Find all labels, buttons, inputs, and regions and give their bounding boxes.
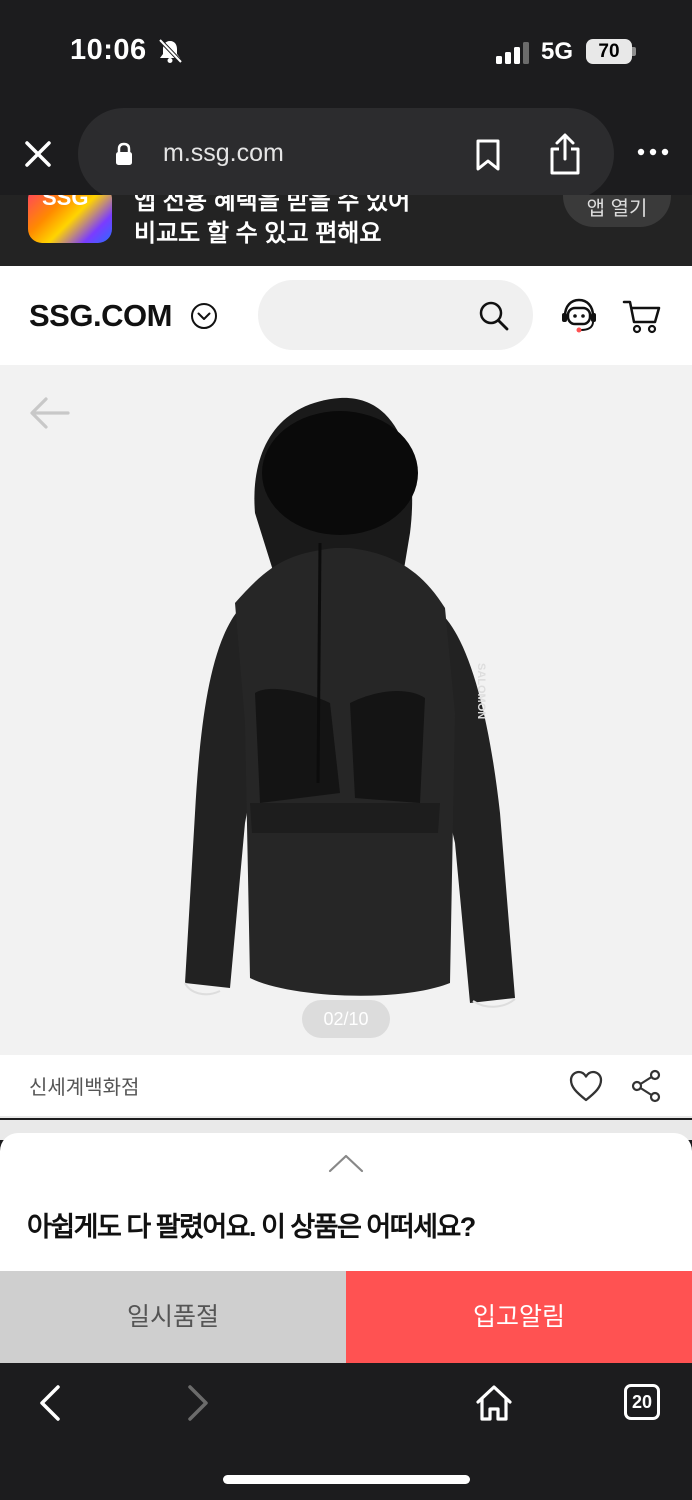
site-header: SSG.COM (0, 266, 692, 365)
sold-out-sheet: 아쉽게도 다 팔렸어요. 이 상품은 어떠세요? (0, 1133, 692, 1273)
url-text: m.ssg.com (163, 139, 284, 167)
chevron-up-icon[interactable] (328, 1153, 364, 1173)
home-icon[interactable] (474, 1383, 514, 1423)
signal-icon (496, 42, 529, 64)
seller-row: 신세계백화점 (0, 1055, 692, 1118)
home-indicator (223, 1475, 470, 1484)
banner-text-line2: 비교도 할 수 있고 편해요 (134, 220, 382, 247)
network-type: 5G (541, 38, 574, 65)
battery-tip (632, 47, 636, 56)
open-app-button[interactable]: 앱 열기 (563, 195, 671, 227)
customer-service-icon[interactable] (559, 296, 599, 336)
restock-notify-button[interactable]: 입고알림 (346, 1271, 692, 1363)
chevron-down-icon[interactable] (190, 302, 218, 330)
app-install-banner[interactable]: SSG 앱 전용 혜택을 받을 수 있어 비교도 할 수 있고 편해요 앱 열기 (0, 195, 692, 266)
bell-slash-icon (158, 38, 183, 64)
url-field[interactable]: m.ssg.com (78, 108, 614, 200)
share-icon[interactable] (630, 1069, 662, 1103)
browser-toolbar: 20 (0, 1363, 692, 1500)
lock-icon (116, 142, 132, 165)
sheet-title: 아쉽게도 다 팔렸어요. 이 상품은 어떠세요? (27, 1212, 476, 1242)
battery-level: 70 (586, 39, 632, 64)
heart-icon[interactable] (568, 1069, 604, 1103)
purchase-action-bar: 일시품절 입고알림 (0, 1271, 692, 1363)
product-image: SALOMON (184, 397, 516, 1008)
ssg-logo[interactable]: SSG.COM (29, 298, 172, 334)
status-time: 10:06 (70, 34, 147, 66)
search-input[interactable] (258, 280, 533, 350)
search-icon[interactable] (478, 300, 510, 332)
sold-out-button[interactable]: 일시품절 (0, 1271, 346, 1363)
browser-address-bar: m.ssg.com (0, 105, 692, 200)
cart-icon[interactable] (622, 296, 662, 336)
sleeve-brand-text: SALOMON (475, 663, 487, 719)
ssg-app-icon: SSG (28, 195, 112, 243)
product-image-carousel[interactable]: SALOMON 02/10 (0, 365, 692, 1055)
image-counter: 02/10 (302, 1000, 390, 1038)
more-icon[interactable] (636, 145, 670, 159)
seller-name[interactable]: 신세계백화점 (29, 1071, 139, 1100)
forward-icon[interactable] (184, 1383, 212, 1423)
status-bar: 10:06 5G 70 (0, 0, 692, 105)
tab-count-button[interactable]: 20 (624, 1384, 660, 1420)
back-arrow-icon[interactable] (28, 395, 70, 431)
close-icon[interactable] (22, 138, 54, 170)
bookmark-icon[interactable] (474, 138, 502, 172)
share-icon[interactable] (548, 132, 582, 176)
back-icon[interactable] (36, 1383, 64, 1423)
